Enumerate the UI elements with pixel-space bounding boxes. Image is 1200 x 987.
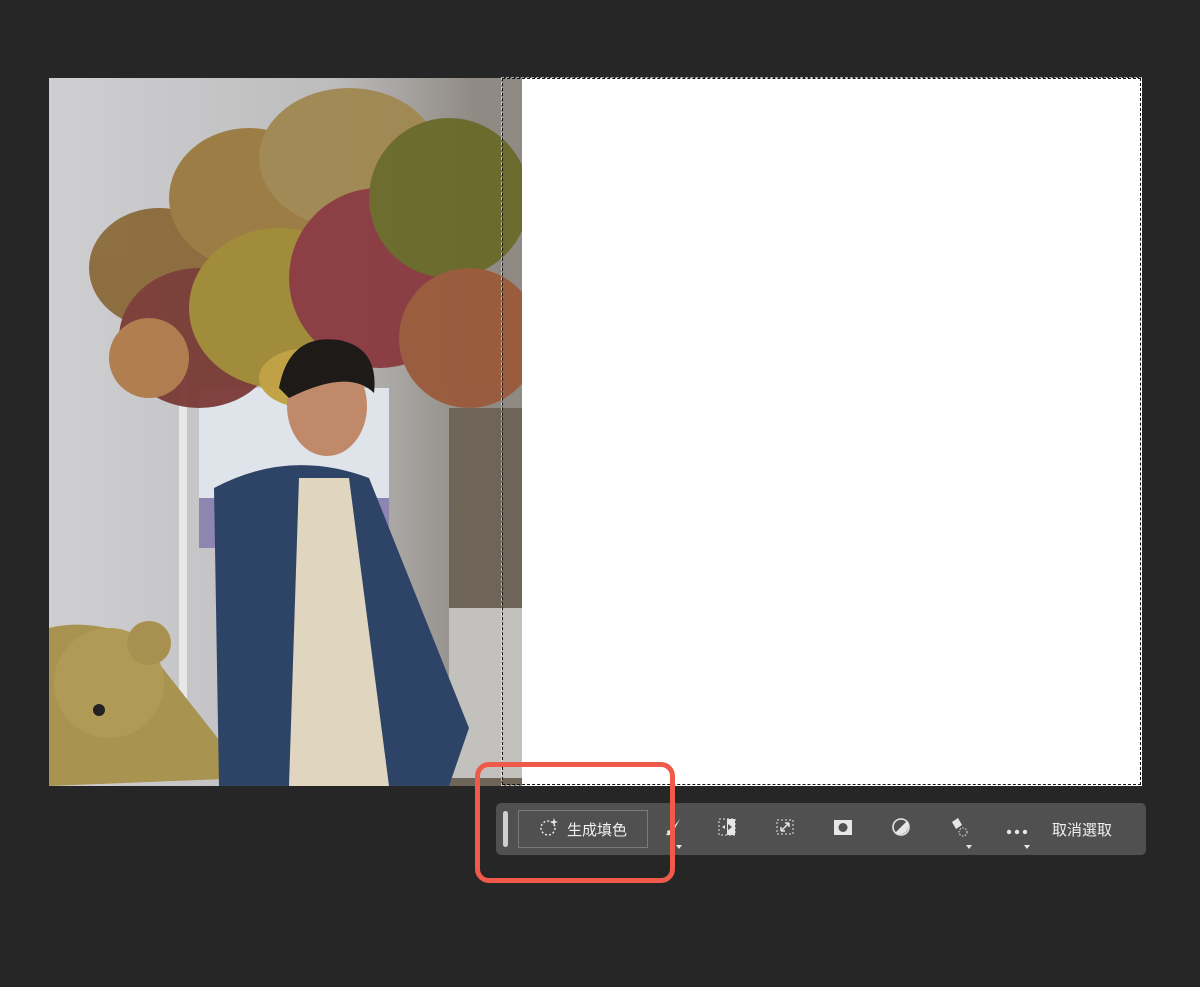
invert-selection-button[interactable] xyxy=(698,803,756,855)
more-icon xyxy=(1006,820,1028,839)
chevron-down-icon xyxy=(676,845,682,849)
transform-selection-button[interactable] xyxy=(756,803,814,855)
adjustment-layer-button[interactable] xyxy=(872,803,930,855)
adjustment-layer-icon xyxy=(891,817,911,841)
more-options-button[interactable] xyxy=(988,803,1046,855)
fill-bucket-icon xyxy=(948,816,970,842)
transform-selection-icon xyxy=(775,817,795,841)
marquee-selection xyxy=(501,77,1142,786)
mask-icon xyxy=(833,817,853,841)
highlight-annotation xyxy=(475,762,675,883)
chevron-down-icon xyxy=(1024,845,1030,849)
invert-selection-icon xyxy=(717,817,737,841)
chevron-down-icon xyxy=(966,845,972,849)
mask-button[interactable] xyxy=(814,803,872,855)
fill-button[interactable] xyxy=(930,803,988,855)
photo-image xyxy=(49,78,522,786)
deselect-button[interactable]: 取消選取 xyxy=(1052,819,1112,840)
